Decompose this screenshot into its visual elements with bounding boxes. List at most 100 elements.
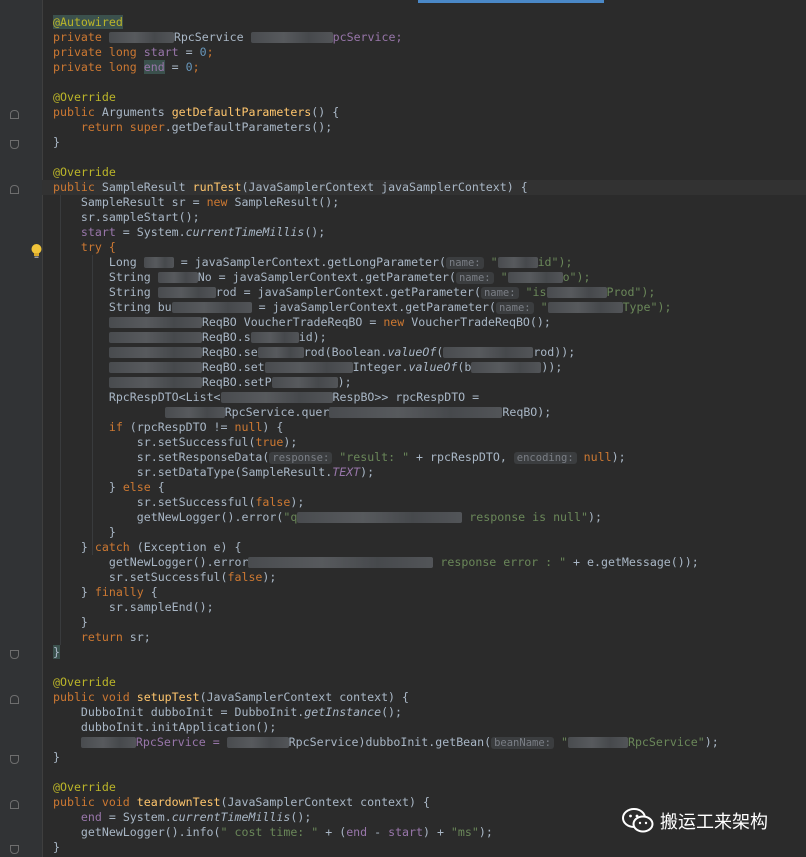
code-token: () {: [311, 105, 340, 119]
code-token: }: [80, 615, 88, 629]
code-token: ();: [381, 705, 403, 719]
fold-marker-icon[interactable]: [10, 695, 19, 704]
code-line: @Override: [53, 675, 806, 690]
lightbulb-icon[interactable]: [30, 243, 43, 259]
code-token: ) {: [262, 420, 284, 434]
code-token: catch: [94, 540, 137, 554]
code-token: @Autowired: [53, 15, 123, 29]
code-token: "ms": [450, 825, 479, 839]
editor-tab-indicator: [418, 0, 604, 3]
code-token: false: [227, 570, 263, 584]
code-token: "is: [518, 285, 547, 299]
code-token: RespBO>> rpcRespDTO =: [332, 390, 480, 404]
code-line: sr.setSuccessful(false);: [53, 570, 806, 585]
code-token: }: [80, 585, 95, 599]
code-token: start: [143, 45, 179, 59]
code-token: (JavaSamplerContext context) {: [220, 795, 430, 809]
fold-marker-icon[interactable]: [10, 140, 19, 149]
redacted-text: [250, 332, 299, 343]
code-token: sr.setSuccessful(: [136, 435, 256, 449]
code-token: public void: [53, 690, 137, 704]
fold-marker-icon[interactable]: [10, 185, 19, 194]
code-line: start = System.currentTimeMillis();: [53, 225, 806, 240]
redacted-text: [443, 347, 534, 358]
code-line: private long end = 0;: [53, 60, 806, 75]
redacted-text: [507, 272, 563, 283]
code-token: );: [478, 825, 493, 839]
fold-marker-icon[interactable]: [10, 755, 19, 764]
code-area[interactable]: @Autowired private RpcService pcService;…: [42, 15, 806, 855]
code-token: start: [388, 825, 423, 839]
redacted-text: [164, 407, 225, 418]
code-token: String: [108, 270, 158, 284]
watermark-text: 搬运工来架构: [660, 812, 768, 833]
code-token: new: [206, 195, 235, 209]
code-token: response is null": [462, 510, 588, 524]
code-token: ();: [304, 225, 326, 239]
code-line: dubboInit.initApplication();: [53, 720, 806, 735]
code-line: public Arguments getDefaultParameters() …: [53, 105, 806, 120]
code-token: No = javaSamplerContext.getParameter(: [197, 270, 456, 284]
code-token: return super: [80, 120, 165, 134]
code-token: private: [53, 30, 109, 44]
code-token: RpcService": [627, 735, 705, 749]
code-token: (b: [457, 360, 472, 374]
code-token: dubboInit.initApplication();: [80, 720, 277, 734]
redacted-text: [567, 737, 628, 748]
code-token: response error : ": [433, 555, 567, 569]
fold-marker-icon[interactable]: [10, 845, 19, 854]
code-token: );: [290, 495, 305, 509]
redacted-text: [297, 512, 463, 523]
code-line: return super.getDefaultParameters();: [53, 120, 806, 135]
code-token: }: [80, 540, 95, 554]
code-token: ) +: [423, 825, 451, 839]
code-token: id);: [298, 330, 327, 344]
code-token: SampleResult sr =: [80, 195, 207, 209]
code-token: );: [587, 510, 602, 524]
code-token: end: [80, 810, 102, 824]
redacted-text: [271, 377, 338, 388]
fold-marker-icon[interactable]: [10, 800, 19, 809]
code-token: @Override: [53, 780, 116, 794]
code-token: "q: [283, 510, 298, 524]
code-line: ReqBO.set Integer.valueOf(b));: [53, 360, 806, 375]
editor-gutter: [0, 0, 42, 857]
redacted-text: [250, 32, 333, 43]
fold-marker-icon[interactable]: [10, 650, 19, 659]
code-token: Integer.: [352, 360, 409, 374]
code-token: (: [436, 345, 444, 359]
fold-marker-icon[interactable]: [10, 110, 19, 119]
code-line: @Override: [53, 165, 806, 180]
code-token: sr.setSuccessful(: [108, 570, 228, 584]
code-token: response:: [269, 452, 333, 464]
code-token: beanName:: [491, 737, 554, 749]
redacted-text: [108, 347, 202, 358]
code-token: if: [108, 420, 130, 434]
wechat-logo-icon: [622, 808, 654, 833]
code-token: (JavaSamplerContext context) {: [199, 690, 409, 704]
code-token: );: [360, 465, 375, 479]
code-token: (JavaSamplerContext javaSamplerContext) …: [241, 180, 528, 194]
code-token: ();: [290, 810, 312, 824]
code-token: valueOf: [387, 345, 437, 359]
redacted-text: [171, 302, 252, 313]
code-line: } else {: [53, 480, 806, 495]
code-token: getInstance: [304, 705, 382, 719]
code-token: false: [255, 495, 291, 509]
code-token: currentTimeMillis: [171, 810, 291, 824]
redacted-text: [80, 737, 136, 748]
code-line: }: [53, 645, 806, 660]
code-line: return sr;: [53, 630, 806, 645]
code-token: + rpcRespDTO,: [409, 450, 514, 464]
redacted-text: [471, 362, 542, 373]
code-line: getNewLogger().error("q response is null…: [53, 510, 806, 525]
code-token: ReqBO.s: [201, 330, 251, 344]
code-token: currentTimeMillis: [185, 225, 305, 239]
code-line: @Autowired: [53, 15, 806, 30]
code-token: sr.setResponseData(: [136, 450, 270, 464]
code-token: {: [150, 585, 158, 599]
code-editor[interactable]: @Autowired private RpcService pcService;…: [0, 0, 806, 857]
code-line: } catch (Exception e) {: [53, 540, 806, 555]
code-line: sr.setResponseData(response: "result: " …: [53, 450, 806, 465]
code-token: getNewLogger().error: [108, 555, 249, 569]
